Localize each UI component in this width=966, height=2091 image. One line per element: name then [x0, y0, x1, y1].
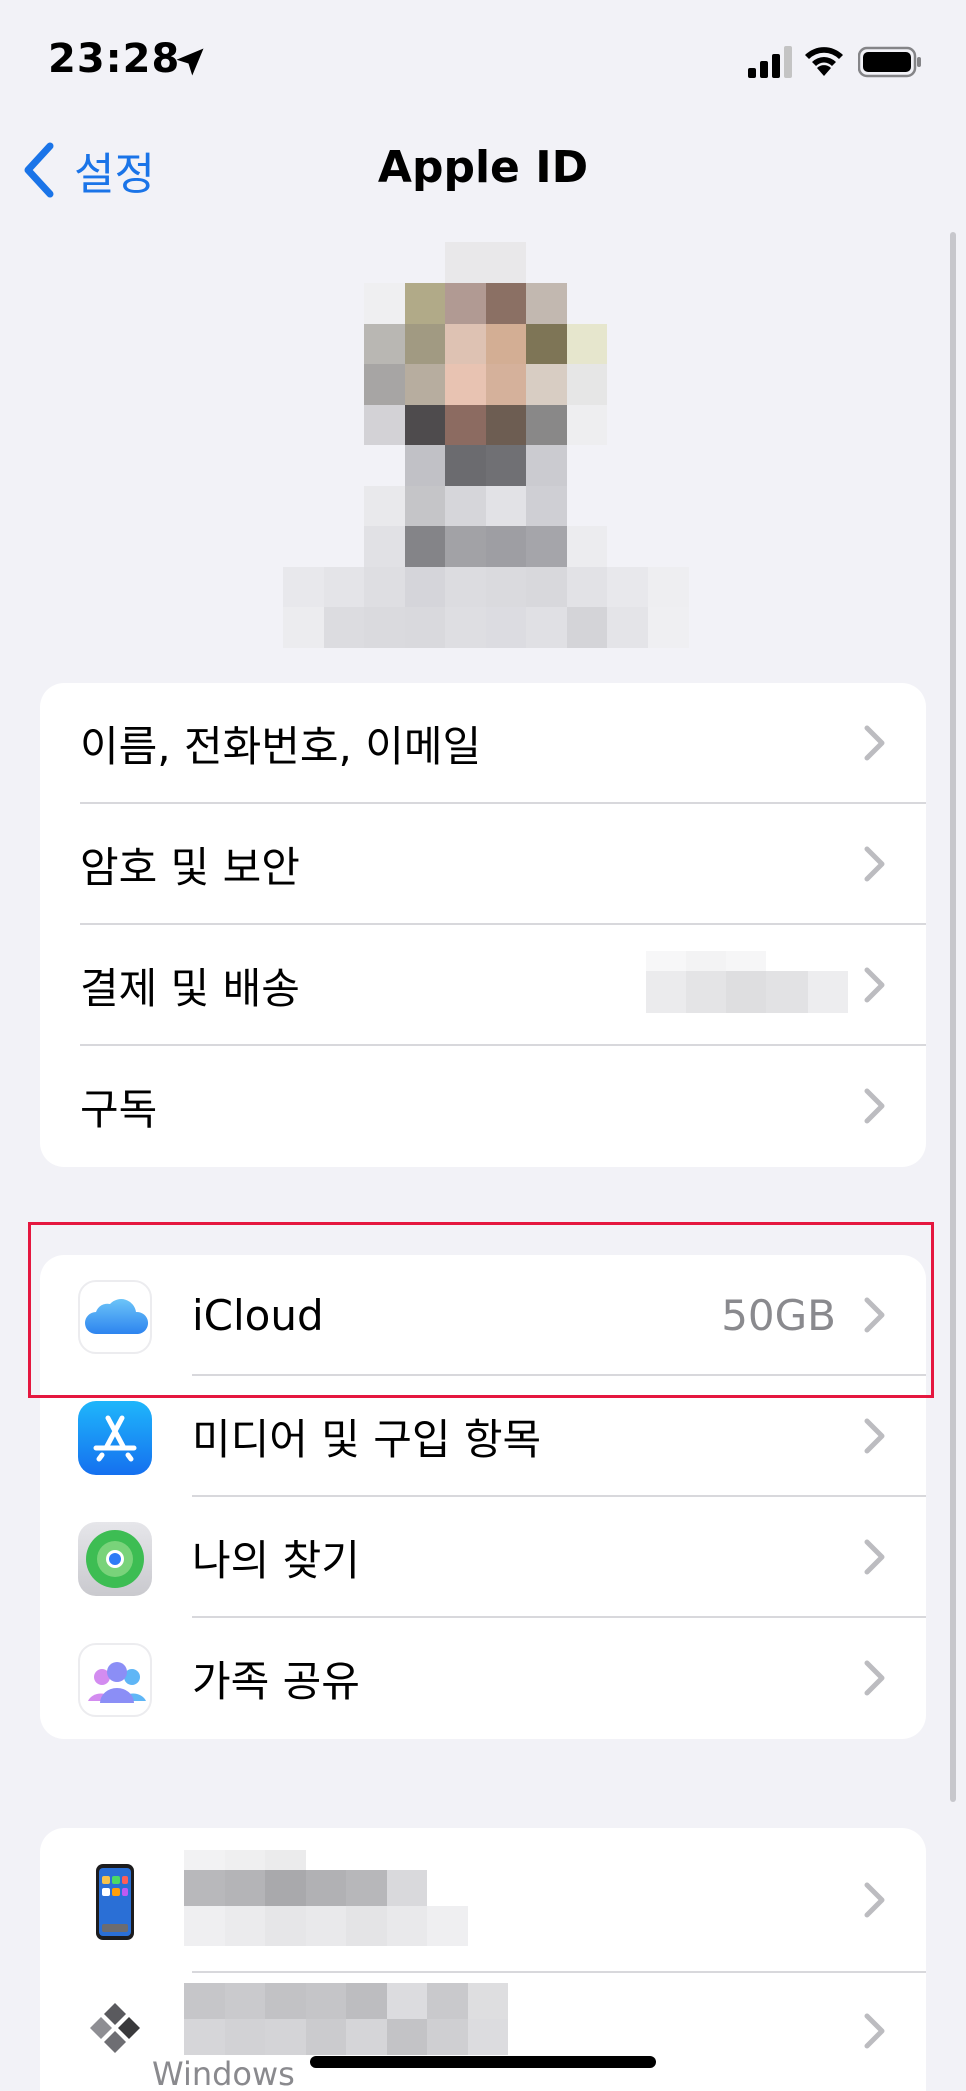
account-settings-group: 이름, 전화번호, 이메일 암호 및 보안 결제 및 배송 구독 [40, 683, 926, 1167]
profile-avatar[interactable] [283, 242, 689, 648]
name-phone-email-row[interactable]: 이름, 전화번호, 이메일 [40, 683, 926, 804]
chevron-right-icon [864, 1539, 885, 1575]
status-bar: 23:28 [0, 0, 966, 120]
profile-photo-icon [283, 242, 689, 648]
chevron-right-icon [864, 1418, 885, 1454]
chevron-right-icon [864, 1088, 885, 1124]
chevron-right-icon [864, 846, 885, 882]
device-name-redacted [184, 1983, 508, 2055]
row-label: 이름, 전화번호, 이메일 [80, 722, 482, 771]
app-store-icon [78, 1401, 152, 1475]
device-name-redacted [184, 1850, 486, 1946]
chevron-right-icon [864, 725, 885, 761]
icloud-highlight-box [28, 1222, 934, 1398]
family-sharing-row[interactable]: 가족 공유 [40, 1618, 926, 1739]
row-label: 가족 공유 [192, 1657, 360, 1706]
device-row-iphone[interactable] [40, 1828, 926, 1973]
iphone-icon [96, 1864, 134, 1940]
chevron-right-icon [864, 2013, 885, 2049]
row-label: 암호 및 보안 [80, 843, 300, 892]
location-arrow-icon [176, 48, 204, 76]
devices-group [40, 1828, 926, 2091]
navigation-bar: 설정 Apple ID [0, 130, 966, 210]
payment-value-redacted [646, 951, 848, 1013]
status-time: 23:28 [48, 36, 181, 82]
device-type-label: Windows [152, 2055, 295, 2091]
row-label: 결제 및 배송 [80, 964, 300, 1013]
battery-icon [858, 46, 921, 78]
row-label: 미디어 및 구입 항목 [192, 1415, 542, 1464]
payment-shipping-row[interactable]: 결제 및 배송 [40, 925, 926, 1046]
find-my-row[interactable]: 나의 찾기 [40, 1497, 926, 1618]
cellular-signal-icon [748, 46, 792, 78]
chevron-right-icon [864, 1882, 885, 1918]
row-label: 구독 [80, 1085, 158, 1134]
subscriptions-row[interactable]: 구독 [40, 1046, 926, 1167]
windows-device-icon [90, 2003, 140, 2053]
wifi-icon [805, 47, 843, 76]
home-indicator[interactable] [310, 2056, 656, 2068]
chevron-right-icon [864, 967, 885, 1003]
password-security-row[interactable]: 암호 및 보안 [40, 804, 926, 925]
page-title: Apple ID [377, 142, 589, 193]
find-my-icon [78, 1522, 152, 1596]
scrollbar[interactable] [950, 232, 956, 1802]
chevron-right-icon [864, 1660, 885, 1696]
family-sharing-icon [78, 1643, 152, 1717]
row-label: 나의 찾기 [192, 1536, 360, 1585]
